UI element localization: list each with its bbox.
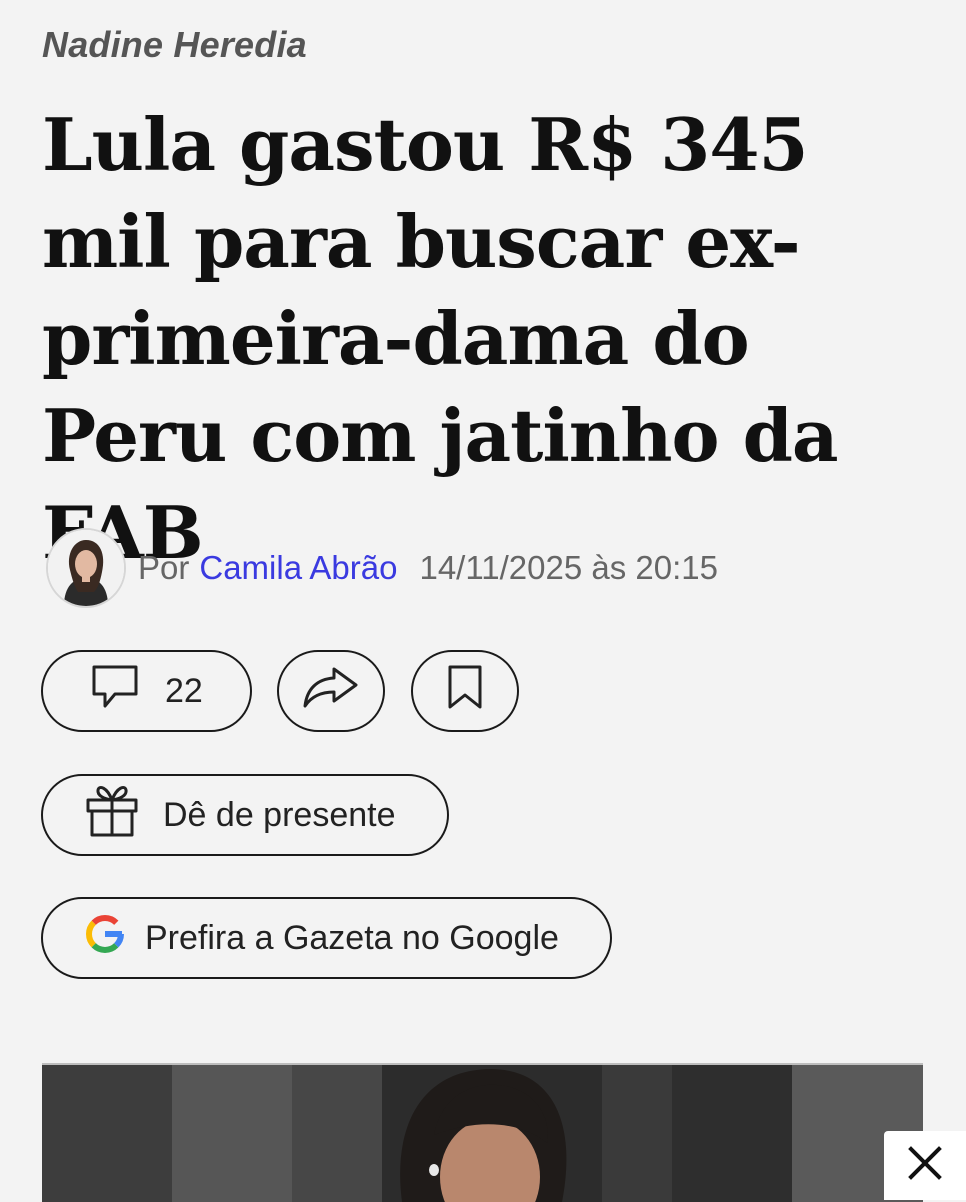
close-icon xyxy=(906,1144,944,1187)
bookmark-button[interactable] xyxy=(411,650,519,732)
close-ad-button[interactable] xyxy=(884,1131,966,1200)
share-button[interactable] xyxy=(277,650,385,732)
author-link[interactable]: Camila Abrão xyxy=(199,549,397,587)
article-photo xyxy=(42,1063,923,1202)
publish-date: 14/11/2025 às 20:15 xyxy=(419,549,718,586)
gift-label: Dê de presente xyxy=(163,795,396,834)
google-label: Prefira a Gazeta no Google xyxy=(145,918,559,957)
comment-bubble-icon xyxy=(91,664,139,719)
article-headline: Lula gastou R$ 345 mil para buscar ex-pr… xyxy=(42,102,839,575)
gift-button[interactable]: Dê de presente xyxy=(41,774,449,856)
comments-button[interactable]: 22 xyxy=(41,650,252,732)
comments-count: 22 xyxy=(165,671,203,710)
google-g-icon xyxy=(85,914,125,963)
gift-icon xyxy=(85,784,139,847)
share-arrow-icon xyxy=(302,665,360,718)
bookmark-icon xyxy=(446,664,484,719)
prefer-google-button[interactable]: Prefira a Gazeta no Google xyxy=(41,897,612,979)
article-kicker[interactable]: Nadine Heredia xyxy=(42,24,307,66)
byline-prefix: Por xyxy=(138,549,190,586)
byline: Por Camila Abrão 14/11/2025 às 20:15 xyxy=(46,528,718,608)
author-avatar[interactable] xyxy=(46,528,126,608)
